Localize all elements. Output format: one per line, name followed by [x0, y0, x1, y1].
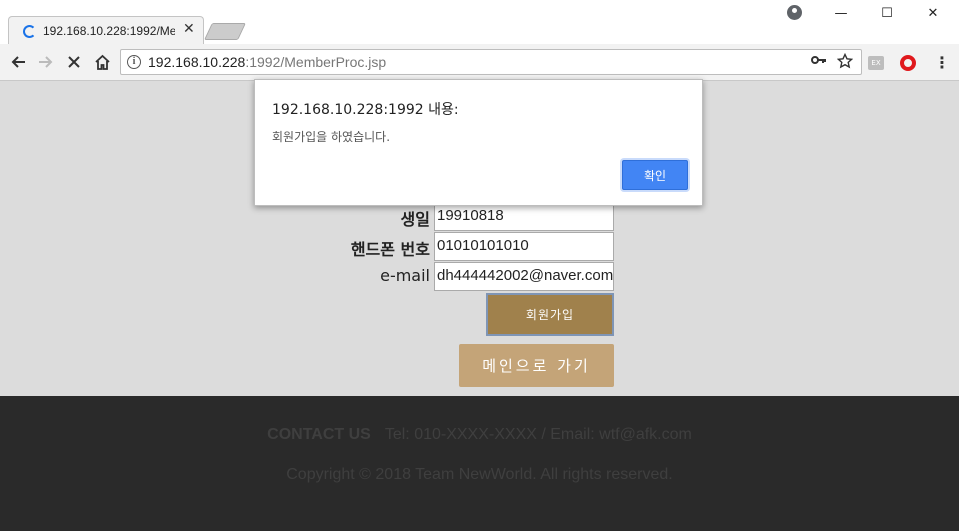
alert-dialog: 192.168.10.228:1992 내용: 회원가입을 하였습니다. 확인: [254, 79, 703, 206]
minimize-button[interactable]: —: [818, 0, 864, 26]
birthday-field[interactable]: 19910818: [434, 202, 614, 231]
phone-label: 핸드폰 번호: [350, 240, 430, 259]
url-path: :1992/MemberProc.jsp: [245, 54, 387, 70]
extension-icon[interactable]: EX: [868, 56, 884, 70]
birthday-label: 생일: [400, 210, 430, 229]
key-icon[interactable]: [811, 53, 827, 71]
address-bar[interactable]: i 192.168.10.228:1992/MemberProc.jsp: [120, 49, 862, 75]
tab-close-icon[interactable]: ✕: [183, 21, 195, 37]
browser-titlebar: 192.168.10.228:1992/Mem ✕ — ☐ ✕: [0, 0, 959, 44]
back-arrow-icon: [11, 56, 25, 68]
dialog-title: 192.168.10.228:1992 내용:: [272, 102, 459, 118]
email-field[interactable]: dh444442002@naver.com: [434, 262, 614, 291]
dialog-message: 회원가입을 하였습니다.: [272, 130, 391, 144]
opera-extension-icon[interactable]: [900, 55, 916, 71]
close-window-button[interactable]: ✕: [910, 0, 956, 26]
footer-contact: CONTACT US Tel: 010-XXXX-XXXX / Email: wt…: [0, 426, 959, 444]
new-tab-button[interactable]: [204, 23, 246, 40]
forward-arrow-icon: [39, 56, 53, 68]
contact-label: CONTACT US: [267, 426, 371, 443]
url-host: 192.168.10.228: [148, 54, 246, 70]
info-icon[interactable]: i: [127, 55, 141, 69]
email-label: e-mail: [380, 266, 430, 285]
signup-button[interactable]: 회원가입: [486, 293, 614, 336]
home-icon: [94, 54, 110, 70]
footer: CONTACT US Tel: 010-XXXX-XXXX / Email: wt…: [0, 396, 959, 531]
contact-text: Tel: 010-XXXX-XXXX / Email: wtf@afk.com: [384, 426, 692, 443]
go-main-button[interactable]: 메인으로 가기: [459, 344, 614, 387]
stop-button[interactable]: [62, 50, 86, 74]
url-text[interactable]: 192.168.10.228:1992/MemberProc.jsp: [148, 54, 386, 70]
star-icon[interactable]: [836, 52, 854, 73]
profile-icon[interactable]: [787, 5, 802, 20]
footer-copyright: Copyright © 2018 Team NewWorld. All righ…: [286, 466, 673, 483]
stop-icon: [68, 56, 80, 68]
ok-button[interactable]: 확인: [622, 160, 688, 190]
menu-icon[interactable]: ⋮: [934, 53, 950, 72]
tab-title: 192.168.10.228:1992/Mem: [43, 24, 175, 38]
form-row-birthday: 생일 19910818: [330, 202, 630, 231]
back-button[interactable]: [6, 50, 30, 74]
form-row-phone: 핸드폰 번호 01010101010: [330, 232, 630, 261]
phone-field[interactable]: 01010101010: [434, 232, 614, 261]
browser-toolbar: i 192.168.10.228:1992/MemberProc.jsp EX …: [0, 44, 959, 81]
browser-tab[interactable]: 192.168.10.228:1992/Mem ✕: [8, 16, 204, 44]
form-row-email: e-mail dh444442002@naver.com: [330, 262, 630, 291]
home-button[interactable]: [90, 50, 114, 74]
loading-spinner-icon: [23, 25, 36, 38]
maximize-button[interactable]: ☐: [864, 0, 910, 26]
forward-button[interactable]: [34, 50, 58, 74]
